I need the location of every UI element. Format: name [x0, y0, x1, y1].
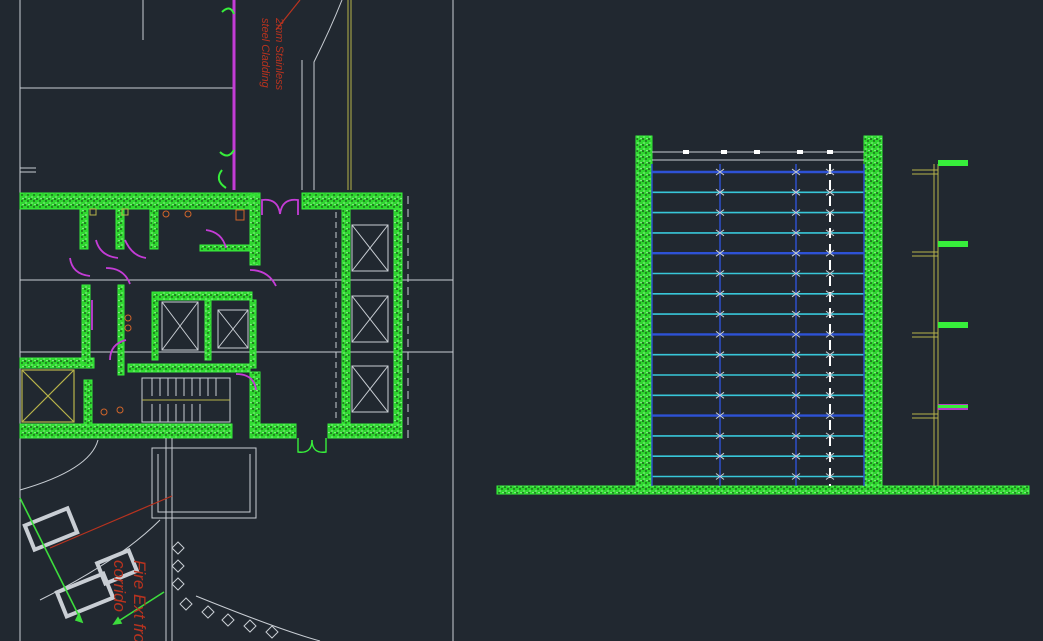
- shaft-lower-left: [21, 369, 75, 423]
- cad-drawing-canvas[interactable]: 2mm Stainless steel Cladding Fire Ext fr…: [0, 0, 1043, 641]
- railing-post: [827, 150, 833, 154]
- entry-door: [297, 438, 327, 453]
- cad-drawing-viewport[interactable]: 2mm Stainless steel Cladding Fire Ext fr…: [0, 0, 1043, 641]
- floor-plan: 2mm Stainless steel Cladding Fire Ext fr…: [19, 0, 454, 641]
- column-markers: [171, 541, 279, 639]
- cladding-note-line1: 2mm Stainless: [273, 17, 285, 91]
- cladding-panel-edge: [217, 7, 235, 189]
- railing-post: [754, 150, 760, 154]
- cladding-note-line2: steel Cladding: [259, 18, 271, 89]
- right-side-wall: [863, 135, 883, 487]
- ground-slab: [496, 485, 1030, 495]
- stair: [141, 377, 231, 423]
- left-side-wall: [635, 135, 653, 487]
- side-section-slabs: [938, 160, 968, 410]
- fire-exit-note-line1: Fire Ext fro: [130, 560, 149, 641]
- railing-post: [797, 150, 803, 154]
- plan-walls: [19, 192, 403, 439]
- railing-post: [721, 150, 727, 154]
- toilet-fixtures: [89, 208, 245, 416]
- side-section: [912, 164, 939, 486]
- facade-elevation: [496, 135, 1030, 495]
- fire-exit-note-line2: corrido: [110, 560, 129, 612]
- glass-panels: [652, 170, 864, 478]
- elevator-shafts: [161, 224, 389, 413]
- railing-post: [683, 150, 689, 154]
